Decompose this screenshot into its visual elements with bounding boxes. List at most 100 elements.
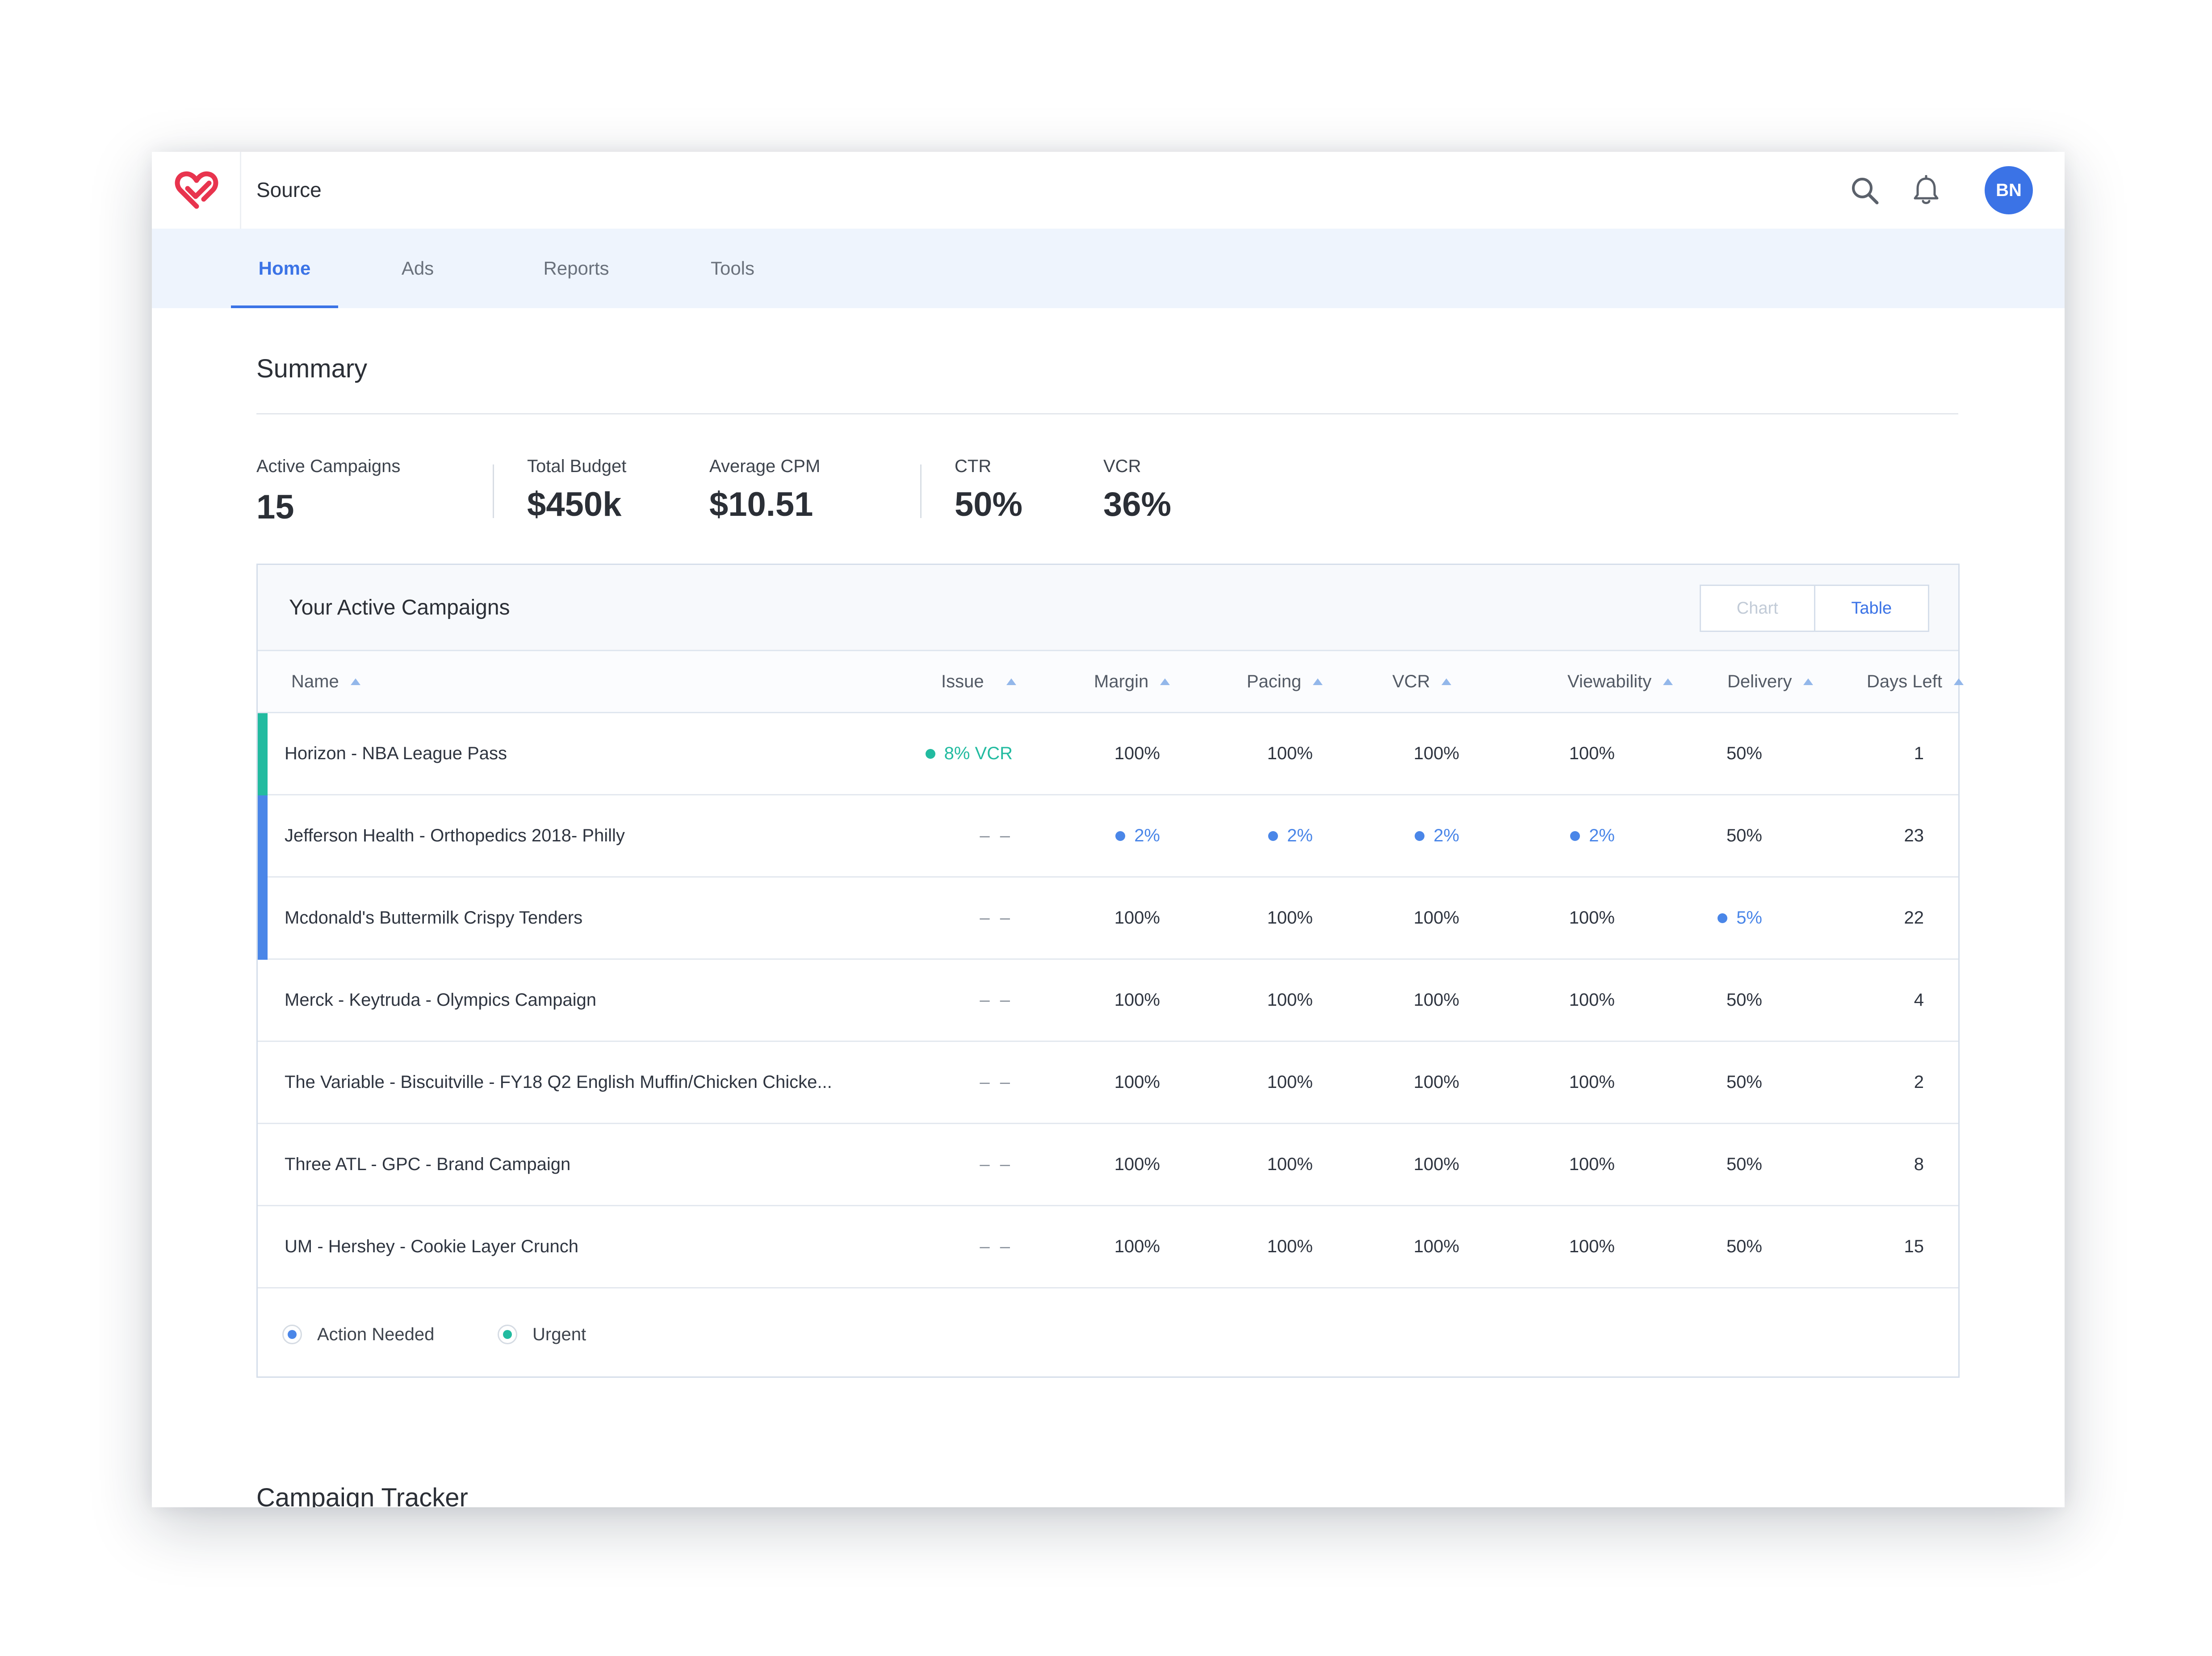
campaign-name[interactable]: Merck - Keytruda - Olympics Campaign [285,960,919,1041]
issue-cell: – – [980,1154,1013,1174]
stat-label-average-cpm: Average CPM [709,456,821,476]
delivery-cell: 50% [1726,744,1762,763]
stat-label-total-budget: Total Budget [527,456,627,476]
sort-arrow-icon [1663,678,1673,685]
table-row[interactable]: Mcdonald's Buttermilk Crispy Tenders – –… [258,878,1958,960]
delivery-cell: 50% [1726,1154,1762,1174]
search-icon[interactable] [1849,175,1881,206]
issue-cell: – – [980,908,1013,928]
campaign-name[interactable]: Mcdonald's Buttermilk Crispy Tenders [285,878,919,958]
days-left-cell: 2 [1914,1072,1924,1092]
vcr-cell: 100% [1413,1237,1459,1256]
action-needed-dot-icon [282,1325,302,1344]
column-header-delivery[interactable]: Delivery [1727,651,1814,712]
delivery-cell: 50% [1726,1072,1762,1092]
issue-cell: 8% VCR [883,713,1013,794]
vcr-cell: 100% [1413,1072,1459,1092]
summary-divider [256,413,1958,414]
avatar[interactable]: BN [1985,166,2033,214]
campaign-name[interactable]: Three ATL - GPC - Brand Campaign [285,1124,919,1205]
stat-divider [920,464,922,518]
urgent-status-bar [258,713,268,795]
column-header-margin[interactable]: Margin [1094,651,1170,712]
days-left-cell: 4 [1914,990,1924,1010]
logo-divider [240,152,241,229]
column-header-issue[interactable]: Issue [941,651,1016,712]
table-row[interactable]: Three ATL - GPC - Brand Campaign – – 100… [258,1124,1958,1206]
table-row[interactable]: The Variable - Biscuitville - FY18 Q2 En… [258,1042,1958,1124]
column-header-viewability[interactable]: Viewability [1567,651,1673,712]
legend-urgent: Urgent [498,1322,586,1347]
active-campaigns-card: Your Active Campaigns Chart Table Name I… [256,564,1964,1378]
active-tab-indicator [231,305,338,308]
chart-view-button[interactable]: Chart [1701,586,1815,631]
margin-cell: 100% [1114,1072,1160,1092]
issue-cell: – – [980,1237,1013,1256]
column-header-days-left[interactable]: Days Left [1867,651,1964,712]
margin-cell: 100% [1114,1237,1160,1256]
top-bar: Source BN [152,152,2065,230]
column-header-pacing[interactable]: Pacing [1247,651,1323,712]
action-dot-icon [1268,831,1278,841]
table-row[interactable]: UM - Hershey - Cookie Layer Crunch – – 1… [258,1206,1958,1288]
margin-cell: 100% [1114,1154,1160,1174]
column-header-name[interactable]: Name [291,651,360,712]
delivery-cell: 50% [1726,1237,1762,1256]
delivery-cell: 50% [1726,990,1762,1010]
pacing-cell: 100% [1267,990,1313,1010]
sort-arrow-icon [350,678,360,685]
stat-value-total-budget: $450k [527,485,622,523]
action-status-bar [258,795,268,878]
bell-icon[interactable] [1910,175,1942,206]
table-row[interactable]: Horizon - NBA League Pass 8% VCR 100% 10… [258,713,1958,795]
tab-reports[interactable]: Reports [532,229,621,308]
sort-arrow-icon [1953,678,1964,685]
viewability-cell: 100% [1569,990,1615,1010]
tab-ads[interactable]: Ads [391,229,444,308]
table-row[interactable]: Jefferson Health - Orthopedics 2018- Phi… [258,795,1958,878]
sort-arrow-icon [1803,678,1814,685]
viewability-cell: 2% [1525,795,1615,876]
vcr-cell: 100% [1413,744,1459,763]
pacing-cell: 100% [1267,1154,1313,1174]
stat-label-active-campaigns: Active Campaigns [256,456,401,476]
delivery-cell: 50% [1726,826,1762,845]
tab-tools[interactable]: Tools [699,229,766,308]
table-row[interactable]: Merck - Keytruda - Olympics Campaign – –… [258,960,1958,1042]
days-left-cell: 15 [1904,1237,1924,1256]
vcr-cell: 100% [1413,990,1459,1010]
pacing-cell: 2% [1223,795,1313,876]
summary-title: Summary [256,354,368,383]
vcr-cell: 2% [1370,795,1459,876]
sort-arrow-icon [1006,678,1016,685]
column-header-vcr[interactable]: VCR [1392,651,1452,712]
days-left-cell: 8 [1914,1154,1924,1174]
pacing-cell: 100% [1267,744,1313,763]
stat-label-ctr: CTR [955,456,992,476]
urgent-dot-icon [498,1325,517,1344]
legend-action-needed: Action Needed [282,1322,434,1347]
card-title: Your Active Campaigns [289,596,510,619]
app-window: Source BN Home Ads Reports Tools Summary… [152,152,2065,1507]
vcr-cell: 100% [1413,908,1459,928]
campaign-name[interactable]: The Variable - Biscuitville - FY18 Q2 En… [285,1042,919,1123]
viewability-cell: 100% [1569,1072,1615,1092]
days-left-cell: 22 [1904,908,1924,928]
table-view-button[interactable]: Table [1815,586,1928,631]
heart-logo-icon[interactable] [174,169,219,212]
issue-cell: – – [980,826,1013,845]
days-left-cell: 1 [1914,744,1924,763]
table-header: Name Issue Margin Pacing VCR Viewability… [258,651,1964,713]
status-legend: Action Needed Urgent [258,1291,1958,1376]
stat-value-active-campaigns: 15 [256,488,294,526]
sort-arrow-icon [1160,678,1170,685]
action-dot-icon [1415,831,1425,841]
campaign-name[interactable]: Jefferson Health - Orthopedics 2018- Phi… [285,795,919,876]
action-status-bar [258,878,268,960]
view-toggle: Chart Table [1700,585,1929,632]
pacing-cell: 100% [1267,1237,1313,1256]
campaign-name[interactable]: UM - Hershey - Cookie Layer Crunch [285,1206,919,1287]
tab-home[interactable]: Home [231,229,338,308]
days-left-cell: 23 [1904,826,1924,845]
campaign-name[interactable]: Horizon - NBA League Pass [285,713,919,794]
